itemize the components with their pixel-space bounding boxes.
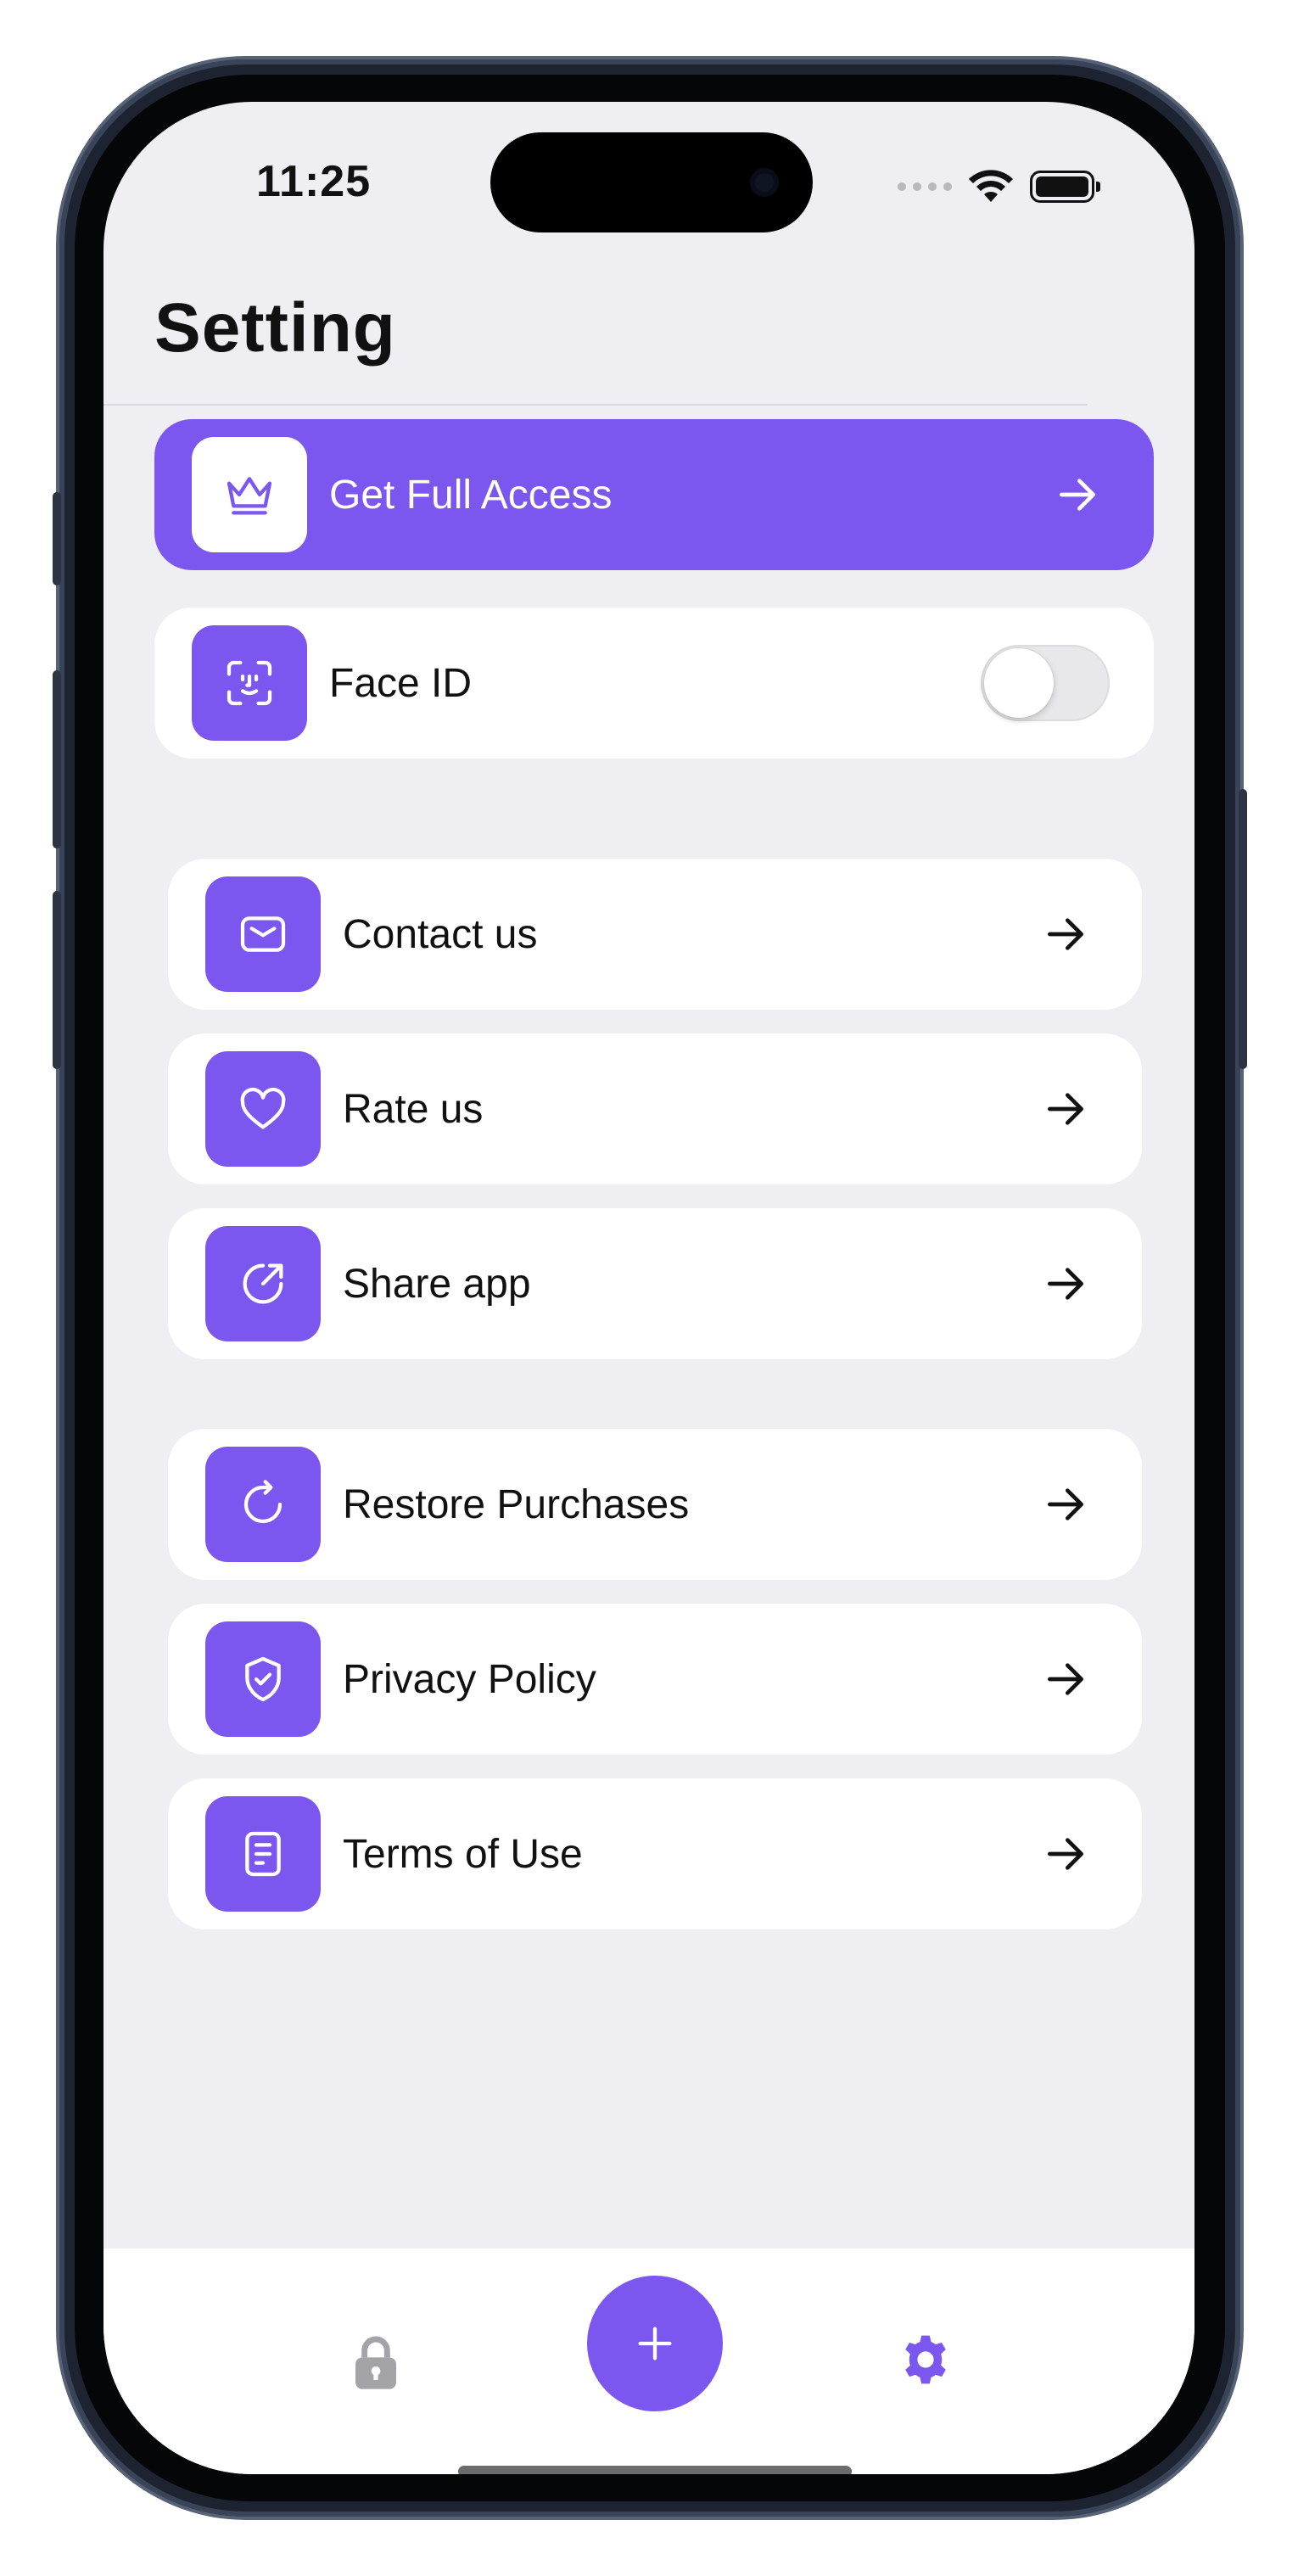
add-button[interactable] <box>587 2276 723 2411</box>
get-full-access-label: Get Full Access <box>329 472 613 518</box>
arrow-right-icon <box>1048 1663 1083 1695</box>
share-icon <box>243 1263 283 1304</box>
lock-icon <box>355 2336 396 2389</box>
rate-us-row[interactable]: Rate us <box>168 1033 1142 1184</box>
contact-us-row[interactable]: Contact us <box>168 859 1142 1010</box>
screen: 11:25 Setting Get Full Access Face ID Co… <box>104 102 1194 2474</box>
tab-lock[interactable] <box>329 2316 422 2410</box>
terms-of-use-row[interactable]: Terms of Use <box>168 1778 1142 1929</box>
status-time: 11:25 <box>256 157 372 206</box>
document-icon <box>245 1831 281 1877</box>
shield-icon-tile <box>205 1621 321 1737</box>
privacy-policy-row[interactable]: Privacy Policy <box>168 1604 1142 1755</box>
face-id-toggle[interactable] <box>981 645 1110 721</box>
arrow-right-icon <box>1048 1488 1083 1520</box>
title-divider <box>104 404 1088 406</box>
status-icons <box>898 166 1100 207</box>
mail-icon <box>240 916 286 952</box>
face-id-icon-tile <box>192 625 307 741</box>
heart-icon-tile <box>205 1051 321 1167</box>
share-app-row[interactable]: Share app <box>168 1208 1142 1359</box>
page-title: Setting <box>154 289 396 367</box>
toggle-knob <box>984 648 1054 718</box>
arrow-right-icon <box>1060 479 1095 511</box>
status-bar: 11:25 <box>104 102 1194 272</box>
face-id-row: Face ID <box>154 608 1154 759</box>
rate-us-label: Rate us <box>343 1086 484 1132</box>
battery-icon <box>1030 171 1100 203</box>
arrow-right-icon <box>1048 1268 1083 1300</box>
crown-icon-tile <box>192 437 307 552</box>
arrow-right-icon <box>1048 1838 1083 1870</box>
restore-icon <box>243 1480 283 1524</box>
wifi-icon <box>969 170 1013 202</box>
volume-down-button <box>53 891 61 1069</box>
plus-icon <box>638 2327 672 2360</box>
face-id-label: Face ID <box>329 660 473 706</box>
crown-icon <box>227 477 272 515</box>
document-icon-tile <box>205 1796 321 1912</box>
face-id-icon <box>227 660 272 706</box>
privacy-policy-label: Privacy Policy <box>343 1656 596 1702</box>
cellular-signal-icon <box>898 182 952 191</box>
power-button <box>1239 789 1247 1069</box>
home-indicator <box>458 2466 852 2474</box>
shield-check-icon <box>245 1656 281 1702</box>
arrow-right-icon <box>1048 1093 1083 1125</box>
arrow-right-icon <box>1048 918 1083 950</box>
volume-up-button <box>53 670 61 848</box>
share-icon-tile <box>205 1226 321 1341</box>
restore-purchases-label: Restore Purchases <box>343 1481 690 1527</box>
tab-settings[interactable] <box>879 2313 972 2406</box>
terms-of-use-label: Terms of Use <box>343 1831 583 1877</box>
get-full-access-button[interactable]: Get Full Access <box>154 419 1154 570</box>
mail-icon-tile <box>205 876 321 992</box>
action-button <box>53 492 61 585</box>
restore-icon-tile <box>205 1447 321 1562</box>
share-app-label: Share app <box>343 1261 531 1307</box>
gear-icon <box>905 2335 946 2384</box>
heart-icon <box>240 1087 286 1129</box>
restore-purchases-row[interactable]: Restore Purchases <box>168 1429 1142 1580</box>
contact-us-label: Contact us <box>343 911 538 957</box>
dynamic-island <box>490 132 813 232</box>
front-camera <box>750 168 779 197</box>
